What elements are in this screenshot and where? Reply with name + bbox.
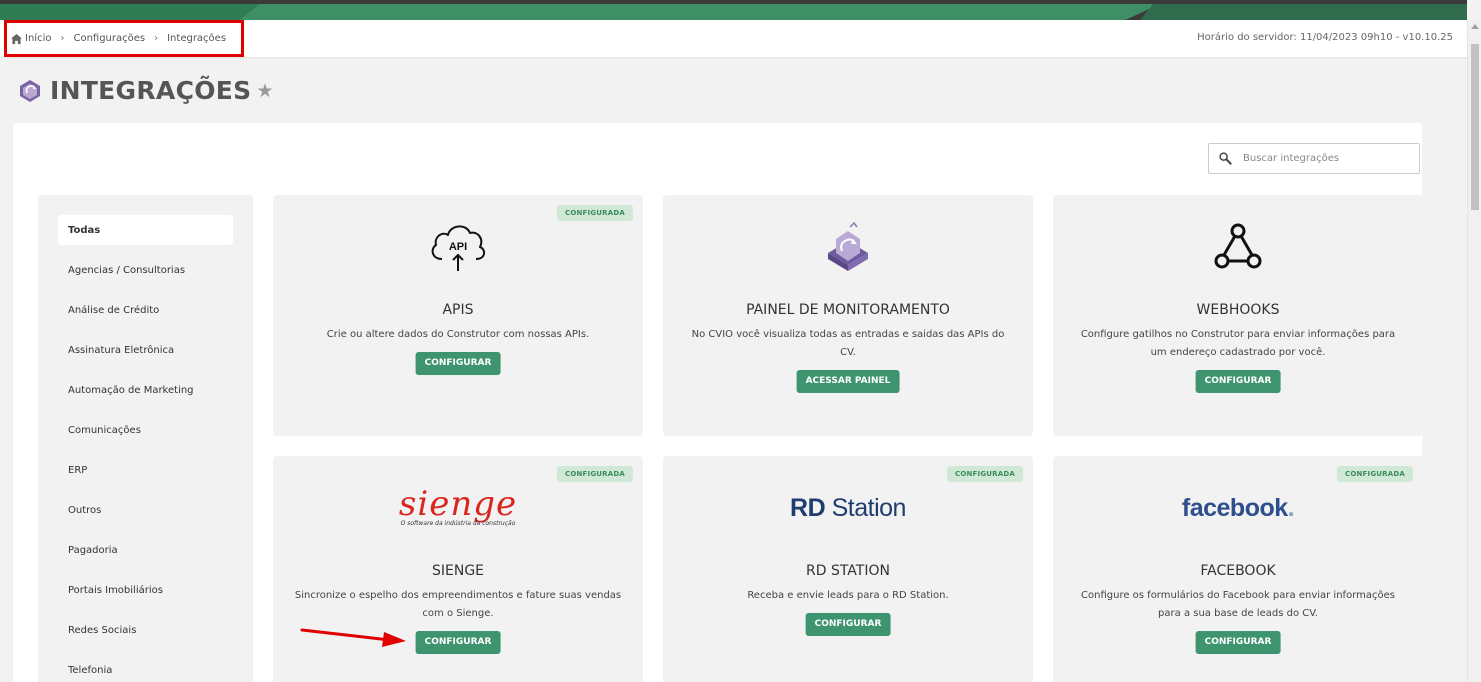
chevron-right-icon: › <box>60 33 65 44</box>
integration-card-rdstation: CONFIGURADA RD Station RD STATION Receba… <box>663 456 1033 682</box>
integration-card-painel: PAINEL DE MONITORAMENTO No CVIO você vis… <box>663 195 1033 436</box>
breadcrumb-integrations-link[interactable]: Integrações <box>167 33 226 44</box>
sidebar-item-telefonia[interactable]: Telefonia <box>58 655 233 682</box>
search-icon <box>1219 152 1232 165</box>
category-sidebar: Todas Agencias / Consultorias Análise de… <box>38 195 253 682</box>
card-title: WEBHOOKS <box>1196 302 1280 318</box>
scrollbar-thumb[interactable] <box>1471 44 1479 210</box>
integration-card-facebook: CONFIGURADA facebook. FACEBOOK Configure… <box>1053 456 1423 682</box>
top-banner <box>0 0 1467 20</box>
integrations-logo-icon <box>20 79 40 102</box>
card-description: Configure gatilhos no Construtor para en… <box>1080 329 1396 358</box>
chevron-right-icon: › <box>154 33 159 44</box>
search-input[interactable] <box>1243 153 1403 164</box>
configure-apis-button[interactable]: CONFIGURAR <box>415 352 501 375</box>
webhook-icon <box>1214 223 1262 269</box>
breadcrumb-bar: Início › Configurações › Integrações Hor… <box>0 20 1467 57</box>
sidebar-item-redes-sociais[interactable]: Redes Sociais <box>58 615 233 645</box>
configure-facebook-button[interactable]: CONFIGURAR <box>1195 631 1281 654</box>
card-title: PAINEL DE MONITORAMENTO <box>746 302 950 318</box>
card-description: Receba e envie leads para o RD Station. <box>747 590 949 601</box>
sidebar-item-analise-credito[interactable]: Análise de Crédito <box>58 295 233 325</box>
search-box[interactable] <box>1208 143 1420 174</box>
scroll-up-arrow-icon[interactable] <box>1471 24 1479 29</box>
red-arrow-annotation <box>300 628 406 647</box>
integration-card-webhooks: WEBHOOKS Configure gatilhos no Construto… <box>1053 195 1423 436</box>
home-icon <box>11 33 22 44</box>
card-title: RD STATION <box>806 563 890 579</box>
card-description: Sincronize o espelho dos empreendimentos… <box>294 590 622 619</box>
rdstation-logo: RD Station <box>790 493 906 522</box>
configure-rdstation-button[interactable]: CONFIGURAR <box>805 613 891 636</box>
sidebar-item-pagadoria[interactable]: Pagadoria <box>58 535 233 565</box>
access-panel-button[interactable]: ACESSAR PAINEL <box>796 370 900 393</box>
sidebar-item-todas[interactable]: Todas <box>58 215 233 245</box>
sidebar-item-outros[interactable]: Outros <box>58 495 233 525</box>
sidebar-item-agencias[interactable]: Agencias / Consultorias <box>58 255 233 285</box>
sidebar-item-assinatura[interactable]: Assinatura Eletrônica <box>58 335 233 365</box>
card-title: SIENGE <box>431 563 485 579</box>
cvio-logo-icon <box>828 221 868 271</box>
breadcrumb-settings-link[interactable]: Configurações <box>73 33 145 44</box>
sidebar-item-portais[interactable]: Portais Imobiliários <box>58 575 233 605</box>
card-description: Crie ou altere dados do Construtor com n… <box>326 329 590 340</box>
configure-webhooks-button[interactable]: CONFIGURAR <box>1195 370 1281 393</box>
card-title: APIS <box>442 302 474 318</box>
card-title: FACEBOOK <box>1200 563 1276 579</box>
facebook-logo: facebook. <box>1181 493 1295 522</box>
breadcrumb-home-link[interactable]: Início <box>25 33 51 44</box>
server-time-label: Horário do servidor: 11/04/2023 09h10 - … <box>1197 32 1453 43</box>
card-description: No CVIO você visualiza todas as entradas… <box>691 329 1005 358</box>
card-description: Configure os formulários do Facebook par… <box>1081 590 1395 619</box>
vertical-scrollbar[interactable] <box>1467 20 1481 682</box>
integration-card-apis: CONFIGURADA API APIS Crie ou altere dado… <box>273 195 643 436</box>
page-title: INTEGRAÇÕES <box>50 76 252 105</box>
cloud-api-icon: API <box>431 225 486 271</box>
favorite-star-icon[interactable]: ★ <box>256 80 273 102</box>
sienge-logo-tagline: O software da indústria da construção <box>400 520 516 527</box>
svg-text:API: API <box>449 241 467 253</box>
configure-sienge-button[interactable]: CONFIGURAR <box>415 631 501 654</box>
integrations-panel: Todas Agencias / Consultorias Análise de… <box>13 123 1423 682</box>
breadcrumb: Início › Configurações › Integrações <box>4 20 244 57</box>
sidebar-item-comunicacoes[interactable]: Comunicações <box>58 415 233 445</box>
page-header: INTEGRAÇÕES ★ <box>18 76 274 105</box>
sienge-logo: sienge <box>398 484 518 524</box>
sidebar-item-erp[interactable]: ERP <box>58 455 233 485</box>
integration-card-sienge: CONFIGURADA sienge O software da indústr… <box>273 456 643 682</box>
sidebar-item-automacao-marketing[interactable]: Automação de Marketing <box>58 375 233 405</box>
